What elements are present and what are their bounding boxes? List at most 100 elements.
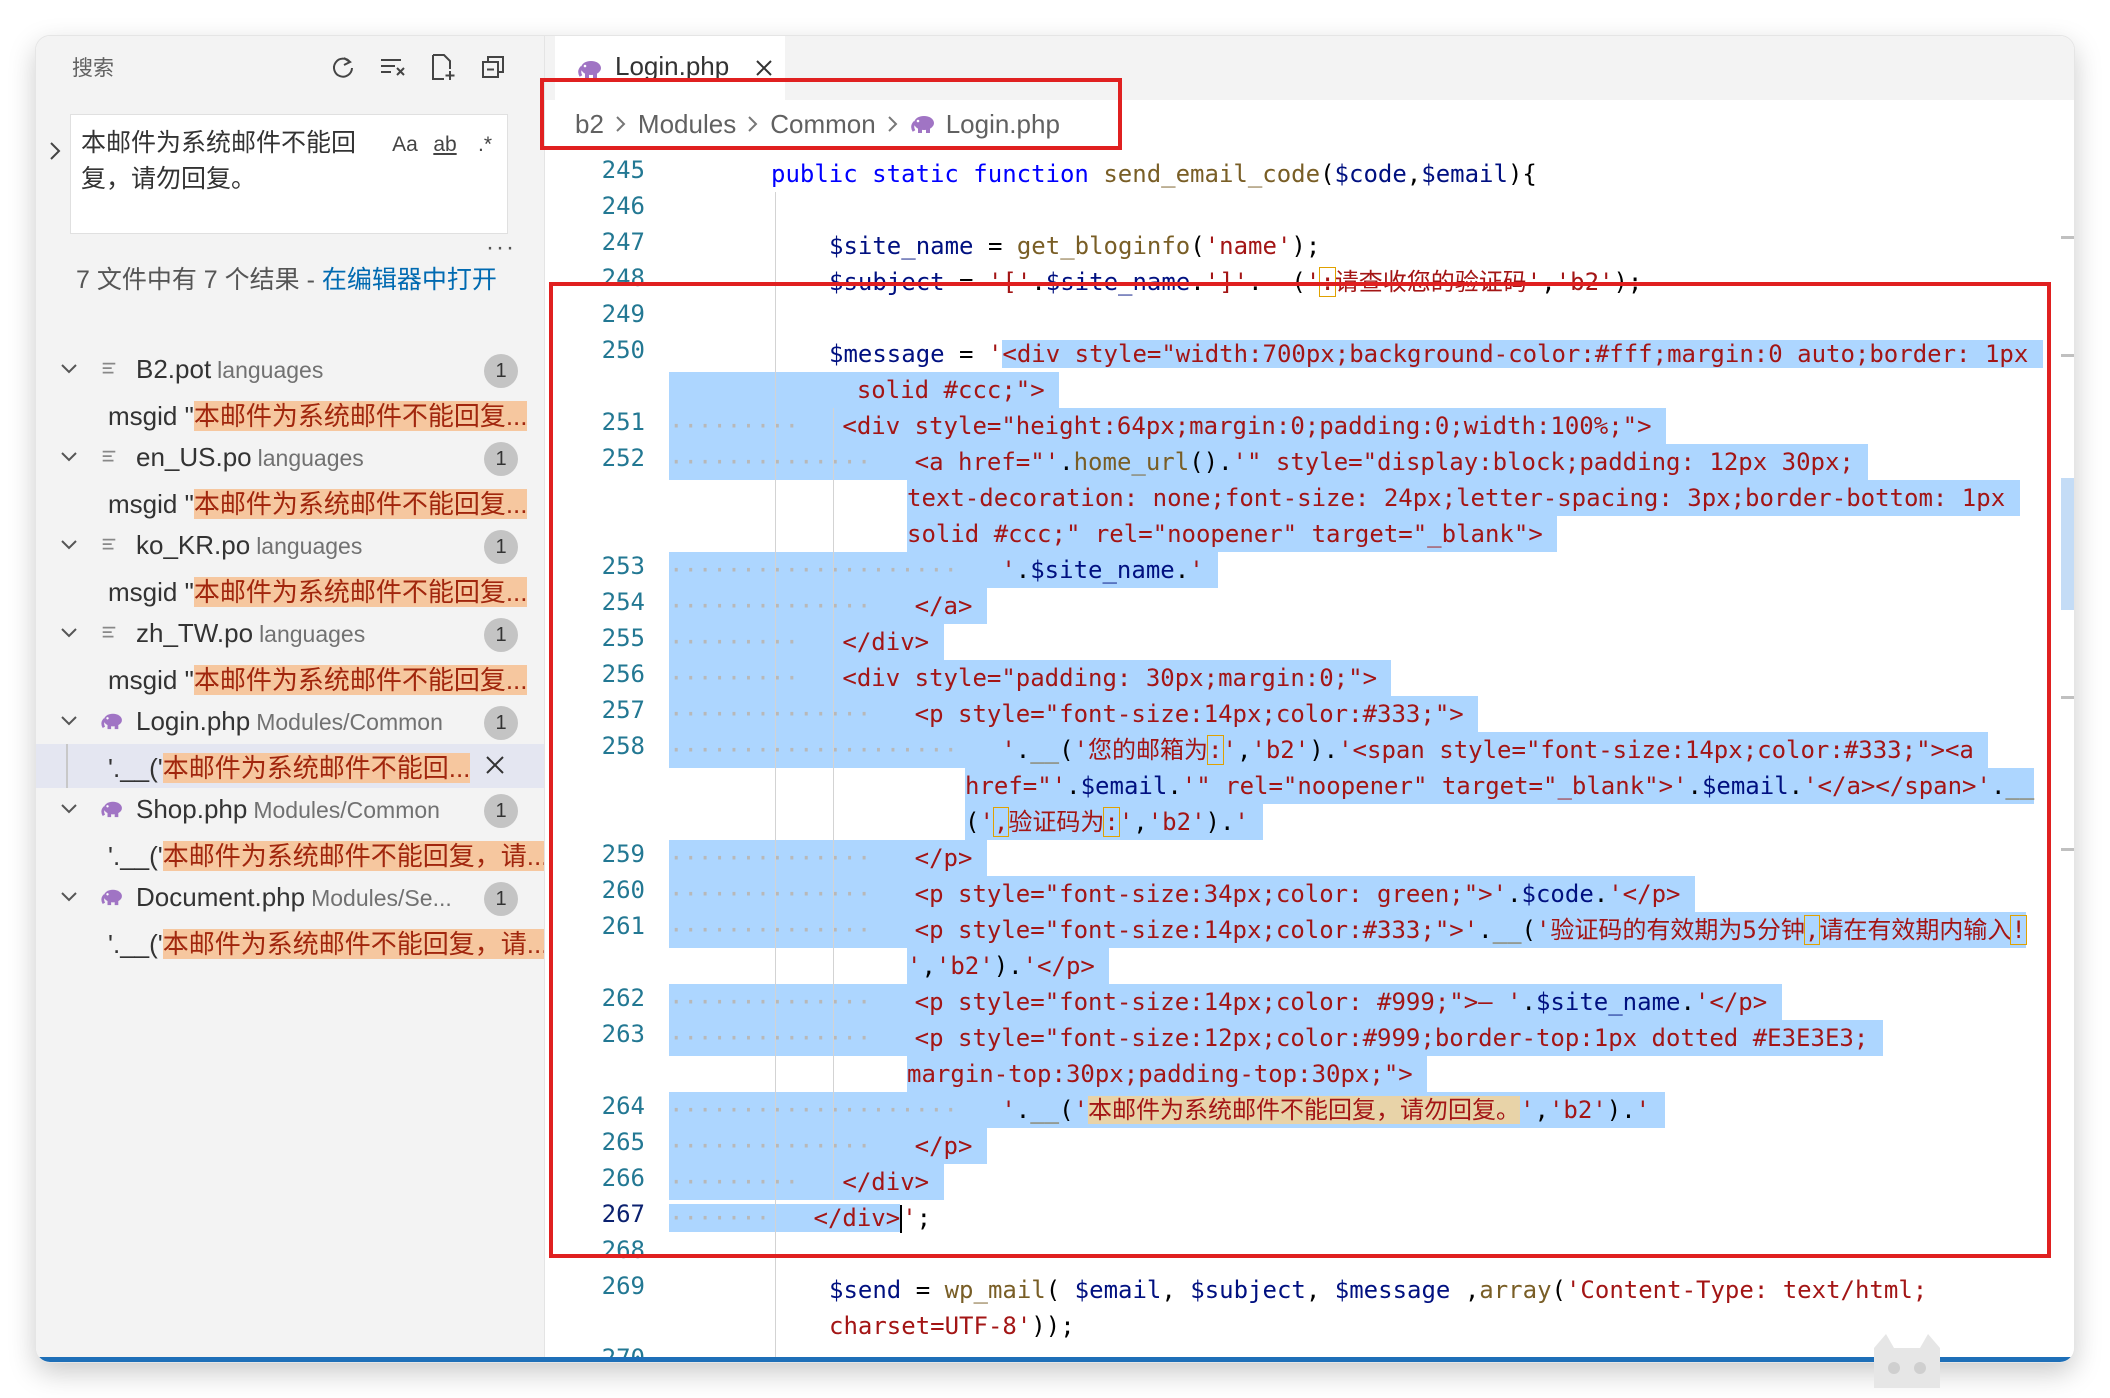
line-number: 257 [601, 696, 645, 724]
php-elephant-icon [100, 712, 122, 732]
result-file-name: en_US.po languages [136, 442, 364, 472]
match-highlight: 本邮件为系统邮件不能回复，请... [162, 929, 544, 959]
vscode-window: 搜索 本邮件为系统邮件不能回复，请勿回复。 Aa ab .* ··· 7 文件中… [36, 36, 2074, 1362]
chevron-down-icon[interactable] [58, 358, 80, 380]
result-match-row[interactable]: msgid "本邮件为系统邮件不能回复... [36, 568, 544, 612]
code-line: margin-top:30px;padding-top:30px;"> [907, 1056, 1428, 1092]
indent-guide [833, 408, 834, 1200]
result-count-text: 7 文件中有 7 个结果 - [76, 266, 322, 294]
line-number: 249 [601, 300, 645, 328]
breadcrumb-item-b2[interactable]: b2 [575, 109, 604, 140]
match-text: '.__('本邮件为系统邮件不能回复，请... [108, 836, 544, 873]
chevron-down-icon[interactable] [58, 534, 80, 556]
close-tab-icon[interactable] [753, 57, 775, 79]
result-file-row[interactable]: en_US.po languages 1 [36, 436, 544, 480]
match-case-toggle[interactable]: Aa [389, 129, 421, 161]
code-line: charset=UTF-8')); [829, 1312, 1075, 1340]
line-number: 248 [601, 264, 645, 292]
result-file-dir: languages [256, 533, 363, 559]
result-match-row[interactable]: '.__('本邮件为系统邮件不能回... [36, 744, 544, 788]
code-line: ·············· <p style="font-size:14px;… [669, 696, 1479, 732]
code-line: ········· </div> [669, 1164, 944, 1200]
breadcrumb-item-common[interactable]: Common [770, 109, 875, 140]
tab-login-php[interactable]: Login.php [555, 36, 785, 101]
result-file-row[interactable]: Document.php Modules/Se... 1 [36, 876, 544, 920]
code-line: (',验证码为:','b2').' [965, 804, 1264, 840]
code-line: solid #ccc;" rel="noopener" target="_bla… [907, 516, 1558, 552]
breadcrumb-item-login-php[interactable]: Login.php [946, 109, 1060, 140]
new-search-editor-icon[interactable] [424, 48, 462, 86]
result-file-row[interactable]: zh_TW.po languages 1 [36, 612, 544, 656]
result-count-badge: 1 [484, 354, 518, 388]
sidebar-actions [324, 48, 512, 86]
editor-pane: Login.php b2 Modules Common Login.php 24… [545, 36, 2074, 1362]
match-text: '.__('本邮件为系统邮件不能回... [108, 753, 471, 783]
result-count-badge: 1 [484, 794, 518, 828]
line-number: 264 [601, 1092, 645, 1120]
code-line: ········· <div style="padding: 30px;marg… [669, 660, 1392, 696]
dismiss-result-icon[interactable] [482, 752, 508, 778]
match-text: msgid "本邮件为系统邮件不能回复... [108, 489, 528, 519]
text-file-icon [100, 448, 120, 468]
php-elephant-icon [578, 61, 601, 78]
overview-ruler-mark [2061, 848, 2074, 851]
breadcrumb-item-modules[interactable]: Modules [638, 109, 736, 140]
chevron-right-icon [887, 116, 898, 132]
scrollbar-thumb[interactable] [2061, 478, 2074, 610]
overview-ruler-mark [2061, 354, 2074, 357]
result-file-row[interactable]: ko_KR.po languages 1 [36, 524, 544, 568]
chevron-down-icon[interactable] [58, 446, 80, 468]
collapse-all-icon[interactable] [474, 48, 512, 86]
result-match-row[interactable]: msgid "本邮件为系统邮件不能回复... [36, 392, 544, 436]
refresh-icon[interactable] [324, 48, 362, 86]
result-file-row[interactable]: B2.pot languages 1 [36, 348, 544, 392]
clear-results-icon[interactable] [374, 48, 412, 86]
chevron-down-icon[interactable] [58, 886, 80, 908]
text-file-icon [100, 536, 120, 556]
more-options-icon[interactable]: ··· [486, 234, 516, 262]
result-match-row[interactable]: msgid "本邮件为系统邮件不能回复... [36, 480, 544, 524]
breadcrumb: b2 Modules Common Login.php [575, 100, 1060, 148]
code-line: ·············· </p> [669, 840, 987, 876]
code-line: ·············· <p style="font-size:14px;… [669, 984, 1782, 1020]
indent-guide [775, 192, 776, 1362]
line-number: 261 [601, 912, 645, 940]
result-match-row[interactable]: '.__('本邮件为系统邮件不能回复，请... [36, 832, 544, 876]
line-number: 260 [601, 876, 645, 904]
line-number: 254 [601, 588, 645, 616]
result-count-badge: 1 [484, 618, 518, 652]
text-file-icon [100, 624, 120, 644]
code-editor[interactable]: 245 246 247 248 249 250 251 252 253 254 255 256 257 2… [545, 156, 2074, 1362]
result-count-badge: 1 [484, 882, 518, 916]
result-file-dir: languages [259, 621, 366, 647]
result-file-row[interactable]: Shop.php Modules/Common 1 [36, 788, 544, 832]
chevron-down-icon[interactable] [58, 798, 80, 820]
search-query-text[interactable]: 本邮件为系统邮件不能回复，请勿回复。 [81, 125, 381, 197]
code-line: ·············· </p> [669, 1128, 987, 1164]
result-file-name: zh_TW.po languages [136, 618, 366, 648]
code-line: ·············· </a> [669, 588, 987, 624]
code-line: ···················· '.__('您的邮箱为:','b2')… [669, 732, 1989, 768]
result-file-name: Shop.php Modules/Common [136, 794, 440, 824]
search-input[interactable]: 本邮件为系统邮件不能回复，请勿回复。 Aa ab .* [70, 114, 508, 234]
chevron-down-icon[interactable] [58, 710, 80, 732]
search-results-tree: B2.pot languages 1 msgid "本邮件为系统邮件不能回复... en… [36, 348, 544, 964]
sidebar-title: 搜索 [72, 57, 114, 80]
regex-toggle[interactable]: .* [469, 129, 501, 161]
chevron-right-icon [616, 116, 626, 132]
result-match-row[interactable]: msgid "本邮件为系统邮件不能回复... [36, 656, 544, 700]
result-file-dir: Modules/Common [253, 797, 440, 823]
cat-logo-watermark [1874, 1334, 1940, 1388]
code-line: ········· <div style="height:64px;margin… [669, 408, 1666, 444]
code-line: $message = '<div style="width:700px;back… [829, 340, 2043, 368]
result-summary: 7 文件中有 7 个结果 - 在编辑器中打开 [76, 262, 516, 298]
match-whole-word-toggle[interactable]: ab [429, 129, 461, 161]
toggle-replace-icon[interactable] [46, 140, 64, 162]
result-match-row[interactable]: '.__('本邮件为系统邮件不能回复，请... [36, 920, 544, 964]
open-in-editor-link[interactable]: 在编辑器中打开 [322, 266, 497, 294]
code-line: ········· </div> [669, 624, 944, 660]
result-file-row[interactable]: Login.php Modules/Common 1 [36, 700, 544, 744]
chevron-down-icon[interactable] [58, 622, 80, 644]
line-number: 251 [601, 408, 645, 436]
code-line: ······· </div>'; [669, 1204, 932, 1233]
